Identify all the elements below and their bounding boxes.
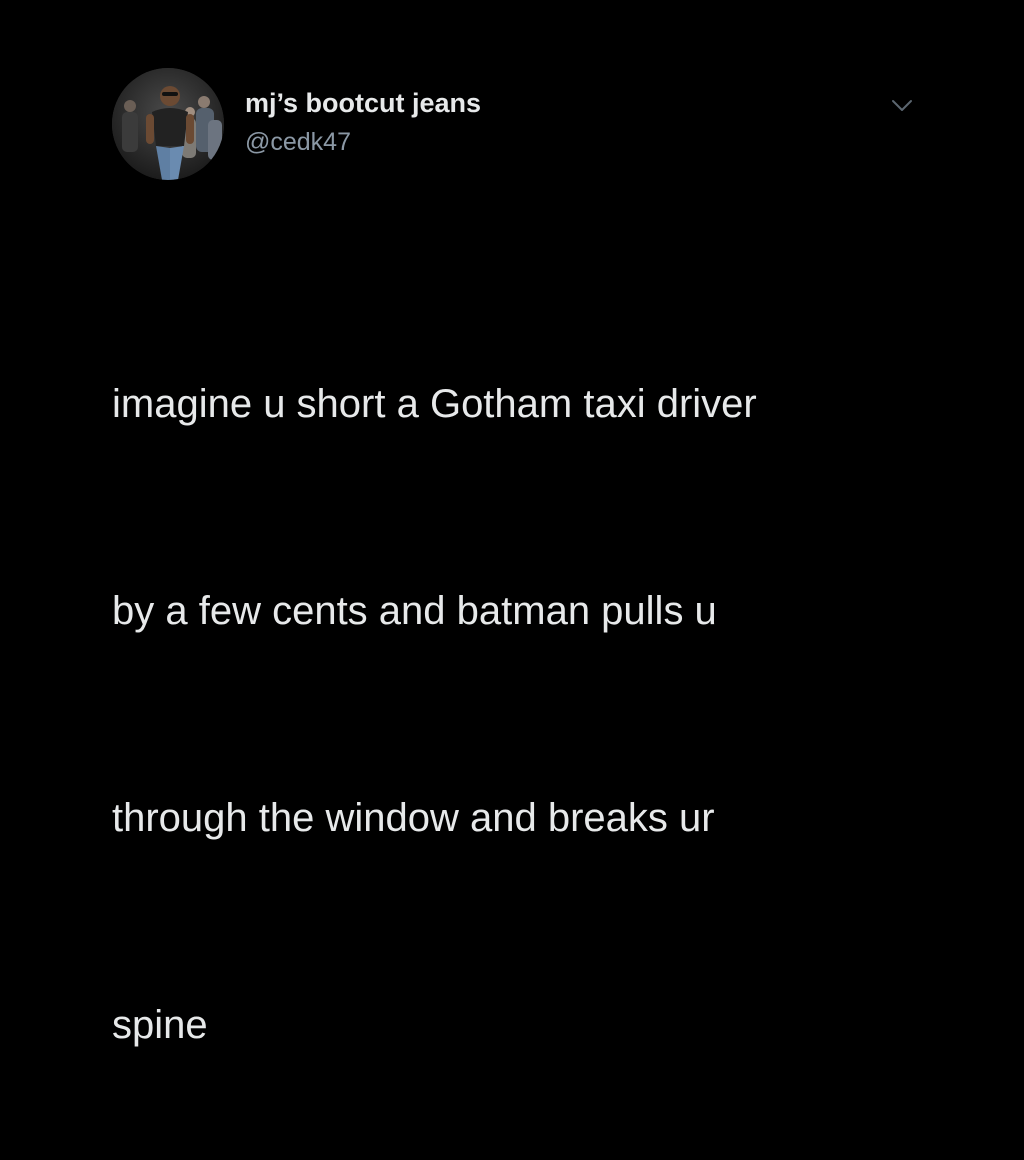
- avatar-photo: [112, 68, 224, 180]
- tweet-text-line: imagine u short a Gotham taxi driver: [112, 382, 757, 426]
- tweet-body: imagine u short a Gotham taxi driver by …: [112, 232, 972, 1160]
- author-avatar[interactable]: [112, 68, 224, 180]
- tweet-text-line: spine: [112, 1003, 208, 1047]
- tweet-menu-button[interactable]: [884, 88, 920, 124]
- author-handle[interactable]: @cedk47: [245, 126, 351, 158]
- tweet-text-line: by a few cents and batman pulls u: [112, 589, 717, 633]
- tweet-text-line: through the window and breaks ur: [112, 796, 715, 840]
- author-display-name[interactable]: mj’s bootcut jeans: [245, 86, 481, 120]
- chevron-down-icon: [892, 100, 912, 111]
- tweet-card: mj’s bootcut jeans @cedk47 imagine u sho…: [0, 0, 1024, 1047]
